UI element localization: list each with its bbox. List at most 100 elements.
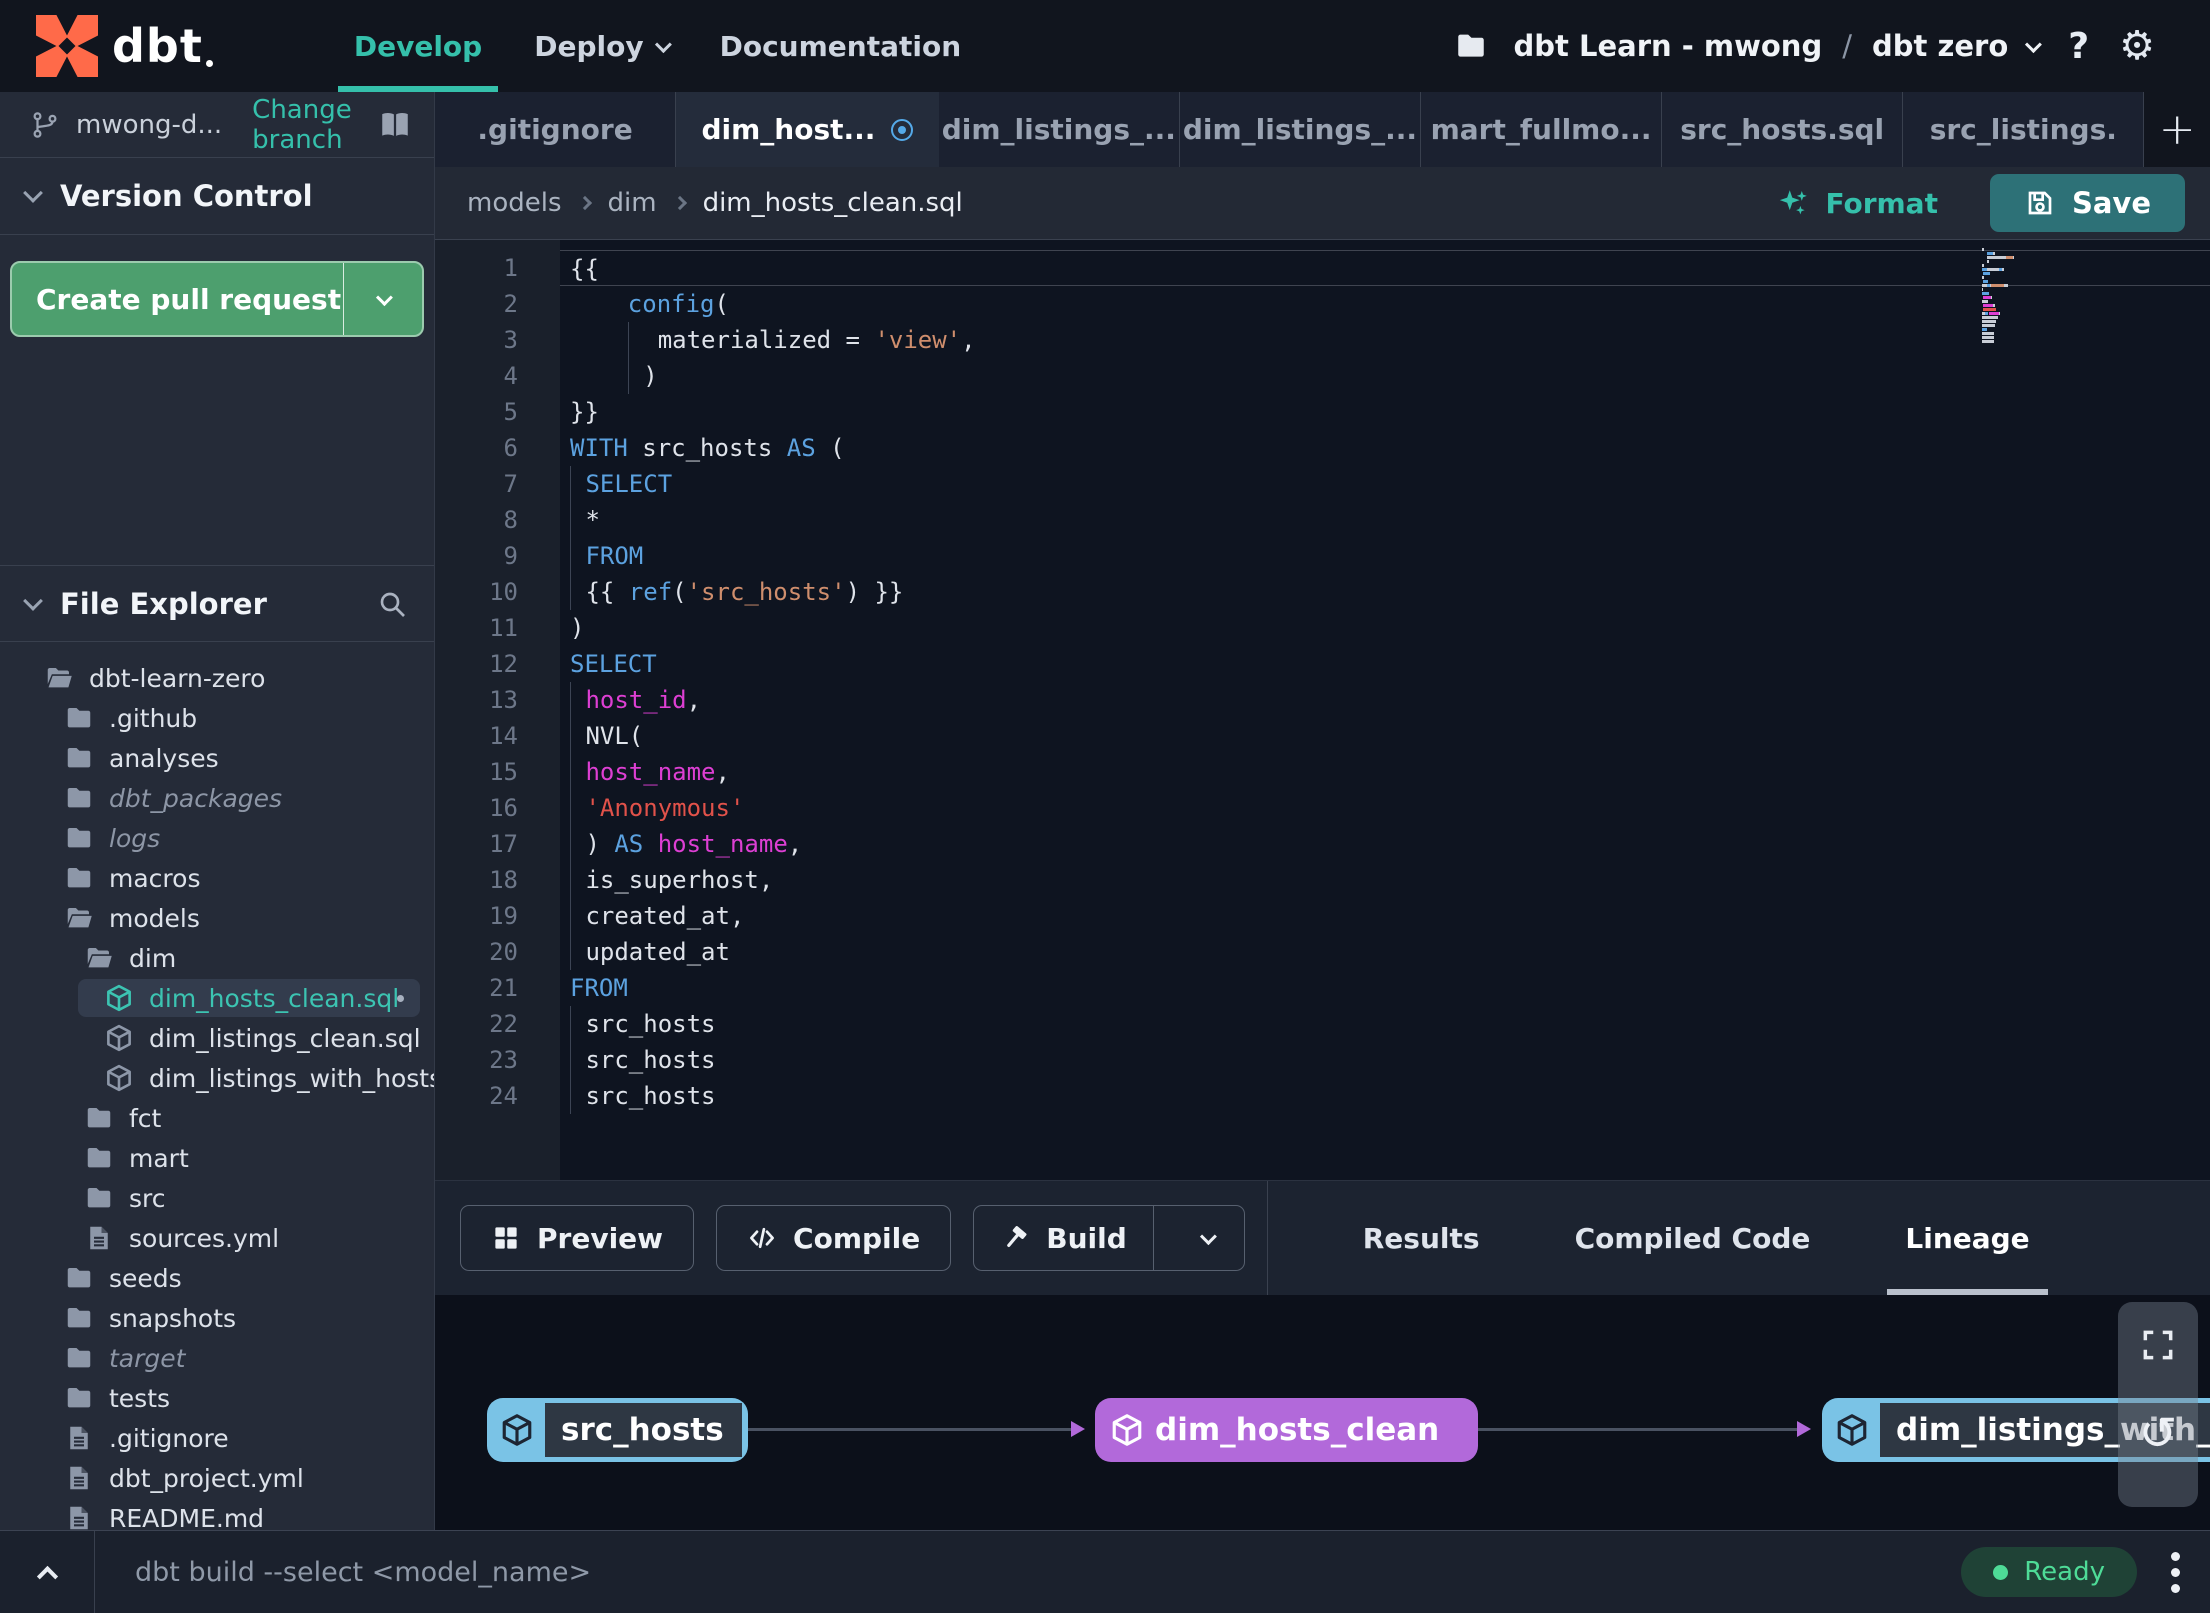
code-line[interactable]: 5}} xyxy=(435,394,2210,430)
build-button[interactable]: Build xyxy=(974,1206,1154,1270)
tree-item[interactable]: .gitignore xyxy=(0,1418,434,1458)
code-line[interactable]: 4 ) xyxy=(435,358,2210,394)
docs-book-icon[interactable] xyxy=(378,108,412,142)
folder-icon xyxy=(64,1263,94,1293)
line-number: 5 xyxy=(503,398,518,426)
project-selector[interactable]: dbt Learn - mwong / dbt zero xyxy=(1514,29,2043,63)
tree-item[interactable]: mart xyxy=(0,1138,434,1178)
editor-tab[interactable]: dim_listings_... xyxy=(1179,92,1421,167)
code-line[interactable]: 24 src_hosts xyxy=(435,1078,2210,1114)
create-pr-button[interactable]: Create pull request xyxy=(12,263,344,335)
build-dropdown[interactable] xyxy=(1170,1206,1244,1270)
compile-button[interactable]: Compile xyxy=(716,1205,952,1271)
tab-results[interactable]: Results xyxy=(1363,1181,1480,1295)
tree-item[interactable]: snapshots xyxy=(0,1298,434,1338)
tree-item[interactable]: dim_listings_clean.sql xyxy=(0,1018,434,1058)
tab-lineage[interactable]: Lineage xyxy=(1887,1181,2049,1295)
line-number: 9 xyxy=(503,542,518,570)
code-line[interactable]: 2 config( xyxy=(435,286,2210,322)
editor-tab[interactable]: src_hosts.sql xyxy=(1662,92,1904,167)
change-branch-link[interactable]: Change branch xyxy=(252,95,362,155)
code-line[interactable]: 19 created_at, xyxy=(435,898,2210,934)
tree-item[interactable]: dim xyxy=(0,938,434,978)
tree-item[interactable]: target xyxy=(0,1338,434,1378)
tree-item[interactable]: .github xyxy=(0,698,434,738)
code-line[interactable]: 16 'Anonymous' xyxy=(435,790,2210,826)
code-line[interactable]: 12 SELECT xyxy=(435,646,2210,682)
lineage-controls: ↺ xyxy=(2118,1302,2198,1507)
nav-deploy[interactable]: Deploy xyxy=(508,0,693,92)
gear-icon[interactable]: ⚙ xyxy=(2119,26,2155,66)
editor-tab[interactable]: dim_listings_... xyxy=(938,92,1180,167)
editor-tab[interactable]: .gitignore xyxy=(435,92,677,167)
code-line[interactable]: 10 {{ ref('src_hosts') }} xyxy=(435,574,2210,610)
code-line[interactable]: 15 host_name, xyxy=(435,754,2210,790)
code-line[interactable]: 23 src_hosts xyxy=(435,1042,2210,1078)
tree-item[interactable]: README.md xyxy=(0,1498,434,1530)
tree-item-label: dim xyxy=(129,943,177,973)
code-line[interactable]: 7 SELECT xyxy=(435,466,2210,502)
line-number: 2 xyxy=(503,290,518,318)
code-line[interactable]: 6 WITH src_hosts AS ( xyxy=(435,430,2210,466)
version-control-header[interactable]: Version Control xyxy=(0,158,434,235)
fullscreen-icon[interactable] xyxy=(2139,1326,2177,1364)
tree-item[interactable]: dim_listings_with_hosts... xyxy=(0,1058,434,1098)
search-icon[interactable] xyxy=(376,588,408,620)
tree-item[interactable]: analyses xyxy=(0,738,434,778)
command-input[interactable] xyxy=(95,1556,1962,1588)
command-bar-expand[interactable] xyxy=(0,1531,95,1613)
breadcrumb-dim[interactable]: dim xyxy=(608,188,657,218)
tree-item[interactable]: macros xyxy=(0,858,434,898)
tree-item[interactable]: src xyxy=(0,1178,434,1218)
code-line[interactable]: 1 {{ xyxy=(435,250,2210,286)
code-line[interactable]: 20 updated_at xyxy=(435,934,2210,970)
tree-item[interactable]: dbt_packages xyxy=(0,778,434,818)
format-button[interactable]: Format xyxy=(1777,186,1938,220)
minimap[interactable] xyxy=(1982,248,2040,344)
editor-tab[interactable]: mart_fullmo... xyxy=(1421,92,1663,167)
kebab-menu-icon[interactable] xyxy=(2163,1551,2188,1593)
code-line[interactable]: 8 * xyxy=(435,502,2210,538)
code-line[interactable]: 18 is_superhost, xyxy=(435,862,2210,898)
lineage-canvas[interactable]: src_hosts dim_hosts_clean dim_listings_wit… xyxy=(435,1295,2210,1530)
lineage-node-src_hosts[interactable]: src_hosts xyxy=(487,1398,748,1462)
tree-item[interactable]: seeds xyxy=(0,1258,434,1298)
file-explorer-header[interactable]: File Explorer xyxy=(0,565,434,642)
tab-compiled-code[interactable]: Compiled Code xyxy=(1575,1181,1811,1295)
code-line[interactable]: 9 FROM xyxy=(435,538,2210,574)
breadcrumb-models[interactable]: models xyxy=(467,188,562,218)
tree-item[interactable]: dim_hosts_clean.sql xyxy=(0,978,434,1018)
tree-item[interactable]: logs xyxy=(0,818,434,858)
tree-item[interactable]: dbt_project.yml xyxy=(0,1458,434,1498)
editor-tab[interactable]: src_listings. xyxy=(1903,92,2145,167)
tree-item[interactable]: fct xyxy=(0,1098,434,1138)
nav-documentation[interactable]: Documentation xyxy=(694,0,988,92)
code-line[interactable]: 22 src_hosts xyxy=(435,1006,2210,1042)
folder-open-icon xyxy=(64,903,94,933)
tab-label: src_hosts.sql xyxy=(1680,113,1885,146)
lineage-node-dim_hosts_clean[interactable]: dim_hosts_clean xyxy=(1095,1398,1478,1462)
dbt-logo[interactable]: dbt xyxy=(36,15,213,77)
tree-item[interactable]: dbt-learn-zero xyxy=(0,658,434,698)
editor-tab[interactable]: dim_host... xyxy=(676,92,939,167)
tree-item[interactable]: sources.yml xyxy=(0,1218,434,1258)
code-editor[interactable]: 1{{2 config(3 materialized = 'view', 4 ) 5… xyxy=(435,240,2210,1180)
save-button[interactable]: Save xyxy=(1989,174,2185,232)
code-line[interactable]: 13 host_id, xyxy=(435,682,2210,718)
refresh-icon[interactable]: ↺ xyxy=(2139,1410,2178,1456)
tree-item-label: analyses xyxy=(109,743,219,773)
create-pr-dropdown[interactable] xyxy=(344,263,422,335)
nav-documentation-label: Documentation xyxy=(719,29,962,63)
code-line[interactable]: 11) xyxy=(435,610,2210,646)
save-icon xyxy=(2028,191,2052,215)
tree-item[interactable]: models xyxy=(0,898,434,938)
code-line[interactable]: 14 NVL( xyxy=(435,718,2210,754)
preview-button[interactable]: Preview xyxy=(460,1205,695,1271)
code-line[interactable]: 21 FROM xyxy=(435,970,2210,1006)
tree-item[interactable]: tests xyxy=(0,1378,434,1418)
help-icon[interactable]: ? xyxy=(2064,26,2093,67)
code-line[interactable]: 17 ) AS host_name, xyxy=(435,826,2210,862)
new-tab-button[interactable]: + xyxy=(2144,92,2210,167)
nav-develop[interactable]: Develop xyxy=(328,0,508,92)
code-line[interactable]: 3 materialized = 'view', xyxy=(435,322,2210,358)
